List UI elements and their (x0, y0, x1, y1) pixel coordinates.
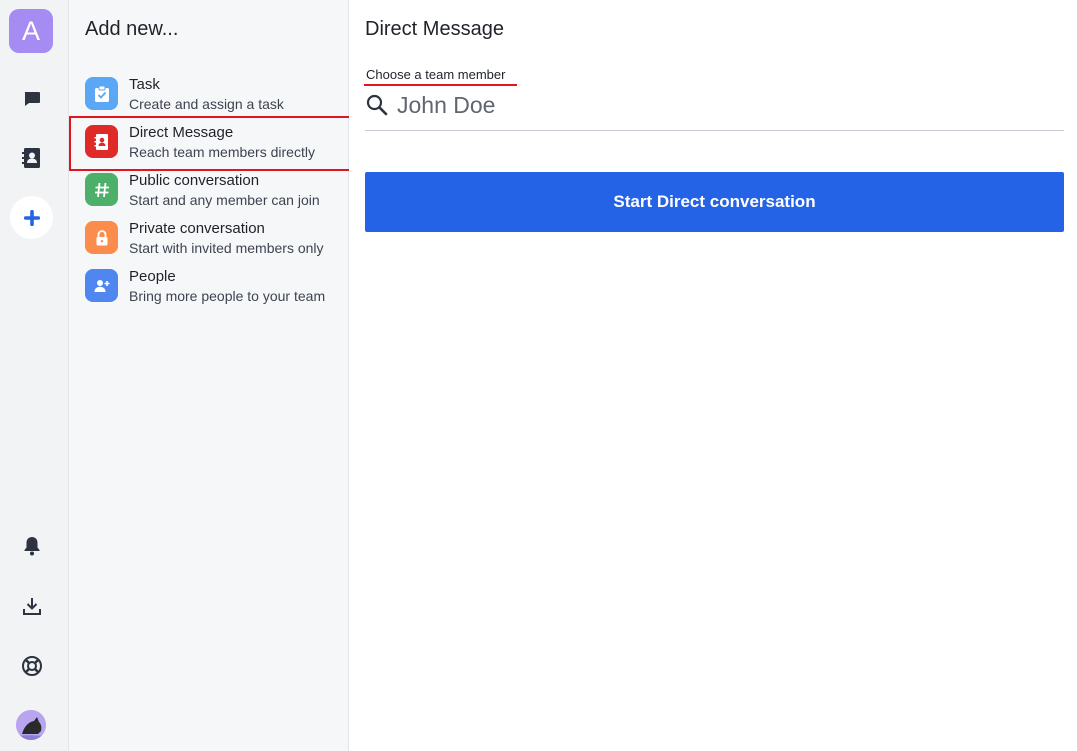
team-member-search-input[interactable] (397, 88, 1057, 122)
menu-item-private-conversation[interactable]: Private conversation Start with invited … (69, 214, 348, 262)
menu-item-subtitle: Bring more people to your team (129, 288, 326, 304)
task-clipboard-icon (94, 85, 109, 102)
add-icon (23, 209, 40, 226)
direct-message-icon-tile (85, 125, 118, 158)
menu-item-public-conversation[interactable]: Public conversation Start and any member… (69, 166, 348, 214)
icon-rail: A (0, 0, 69, 751)
bell-icon (24, 537, 40, 556)
contacts-icon (22, 148, 40, 168)
user-avatar[interactable] (16, 710, 46, 740)
lock-icon (96, 229, 107, 245)
menu-item-title: People (129, 268, 176, 285)
add-new-button[interactable] (10, 196, 53, 239)
chat-icon (24, 92, 40, 106)
menu-item-people[interactable]: People Bring more people to your team (69, 262, 348, 310)
help-icon (22, 656, 42, 676)
page-title: Direct Message (365, 18, 504, 40)
panel-title: Add new... (85, 18, 179, 40)
menu-item-direct-message[interactable]: Direct Message Reach team members direct… (69, 116, 352, 171)
contact-card-icon (94, 133, 108, 150)
team-member-field-label: Choose a team member (366, 67, 506, 82)
people-icon-tile (85, 269, 118, 302)
search-input-underline (365, 130, 1064, 131)
workspace-initial: A (21, 15, 40, 46)
menu-item-task[interactable]: Task Create and assign a task (69, 70, 348, 118)
task-icon-tile (85, 77, 118, 110)
private-conversation-icon-tile (85, 221, 118, 254)
menu-item-title: Public conversation (129, 172, 260, 189)
contacts-nav-button[interactable] (10, 136, 54, 180)
menu-item-subtitle: Start and any member can join (129, 192, 320, 208)
menu-item-title: Direct Message (129, 124, 234, 141)
menu-item-title: Task (129, 76, 160, 93)
field-label-underline (364, 84, 517, 86)
download-button[interactable] (10, 584, 54, 628)
help-button[interactable] (10, 644, 54, 688)
add-new-panel: Add new... Task Create and assign a task (69, 0, 352, 751)
direct-message-form: Direct Message Choose a team member Star… (349, 0, 1077, 751)
menu-item-subtitle: Create and assign a task (129, 96, 284, 112)
add-person-icon (94, 279, 109, 292)
menu-item-title: Private conversation (129, 220, 265, 237)
user-avatar-image-icon (16, 710, 46, 740)
notifications-button[interactable] (10, 524, 54, 568)
start-direct-conversation-button[interactable]: Start Direct conversation (365, 172, 1064, 232)
chat-nav-button[interactable] (10, 77, 54, 121)
menu-item-subtitle: Reach team members directly (129, 144, 315, 160)
download-icon (23, 598, 41, 615)
start-button-label: Start Direct conversation (613, 192, 816, 211)
hash-icon (94, 182, 109, 197)
public-conversation-icon-tile (85, 173, 118, 206)
workspace-avatar[interactable]: A (9, 9, 53, 53)
menu-item-subtitle: Start with invited members only (129, 240, 324, 256)
app-window: A Add new... Task Create and assign a ta… (0, 0, 1077, 751)
search-icon (366, 94, 388, 116)
